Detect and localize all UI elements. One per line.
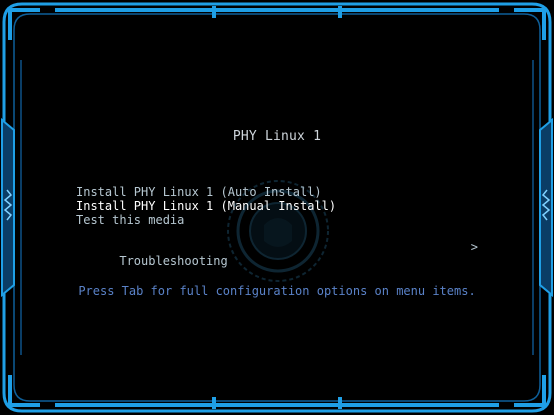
boot-menu: Install PHY Linux 1 (Auto Install) Insta… [76,185,486,268]
help-hint: Press Tab for full configuration options… [78,284,476,298]
menu-item-auto-install[interactable]: Install PHY Linux 1 (Auto Install) [76,185,486,199]
boot-screen: PHY Linux 1 Install PHY Linux 1 (Auto In… [0,0,554,415]
menu-item-manual-install[interactable]: Install PHY Linux 1 (Manual Install) [76,199,486,213]
menu-item-test-media[interactable]: Test this media [76,213,486,227]
menu-separator [76,227,486,240]
boot-title: PHY Linux 1 [232,129,322,144]
menu-item-troubleshooting[interactable]: Troubleshooting > [76,240,486,268]
troubleshooting-label: Troubleshooting [119,254,228,268]
chevron-right-icon: > [470,240,478,254]
